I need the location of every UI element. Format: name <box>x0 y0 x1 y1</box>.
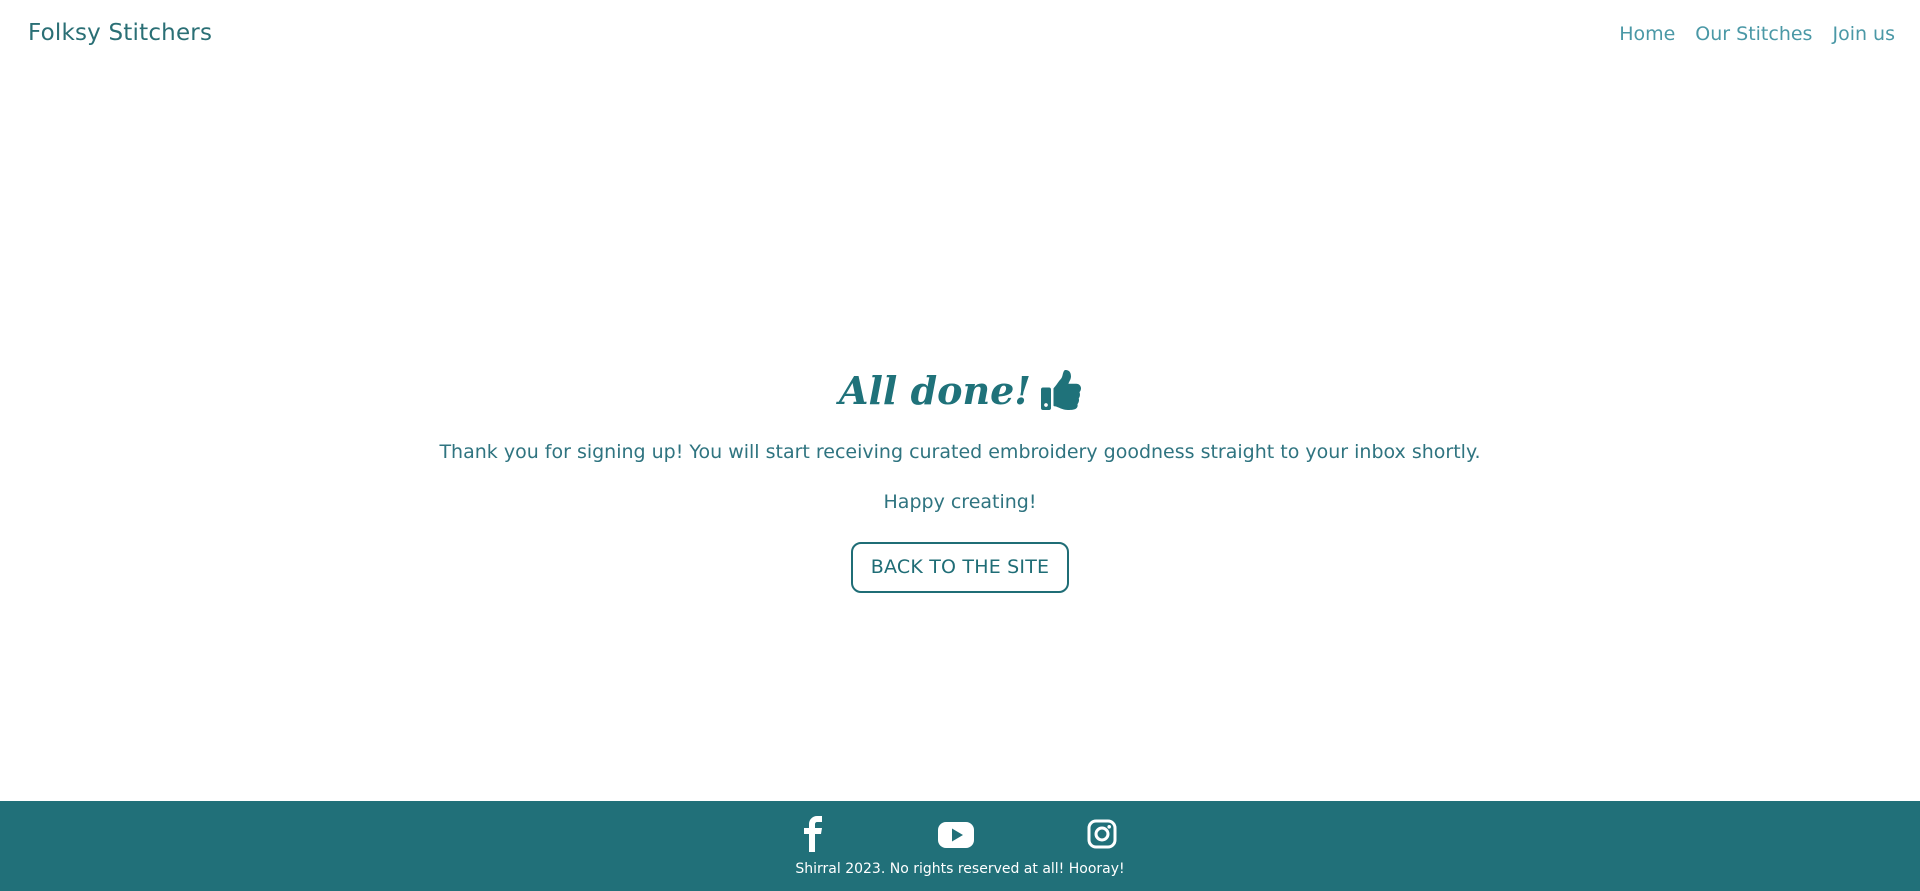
happy-creating-text: Happy creating! <box>883 491 1037 513</box>
page-title-text: All done! <box>839 367 1031 413</box>
site-header: Folksy Stitchers Home Our Stitches Join … <box>0 0 1920 70</box>
confirmation-message: Thank you for signing up! You will start… <box>439 441 1481 463</box>
main-nav: Home Our Stitches Join us <box>1619 23 1895 45</box>
instagram-icon[interactable] <box>1087 816 1117 852</box>
youtube-icon[interactable] <box>937 816 975 852</box>
thumbs-up-icon <box>1041 370 1081 410</box>
nav-link-join-us[interactable]: Join us <box>1832 23 1895 45</box>
site-footer: Shirral 2023. No rights reserved at all!… <box>0 801 1920 891</box>
facebook-icon[interactable] <box>800 816 826 852</box>
brand-logo-link[interactable]: Folksy Stitchers <box>28 20 212 46</box>
confirmation-section: All done! Thank you for signing up! You … <box>0 355 1920 593</box>
page-title: All done! <box>839 355 1081 425</box>
nav-link-our-stitches[interactable]: Our Stitches <box>1695 23 1812 45</box>
back-to-site-button[interactable]: BACK TO THE SITE <box>850 542 1070 593</box>
copyright-text: Shirral 2023. No rights reserved at all!… <box>795 861 1125 877</box>
social-links <box>0 816 1920 852</box>
nav-link-home[interactable]: Home <box>1619 23 1675 45</box>
page: Folksy Stitchers Home Our Stitches Join … <box>0 0 1920 891</box>
